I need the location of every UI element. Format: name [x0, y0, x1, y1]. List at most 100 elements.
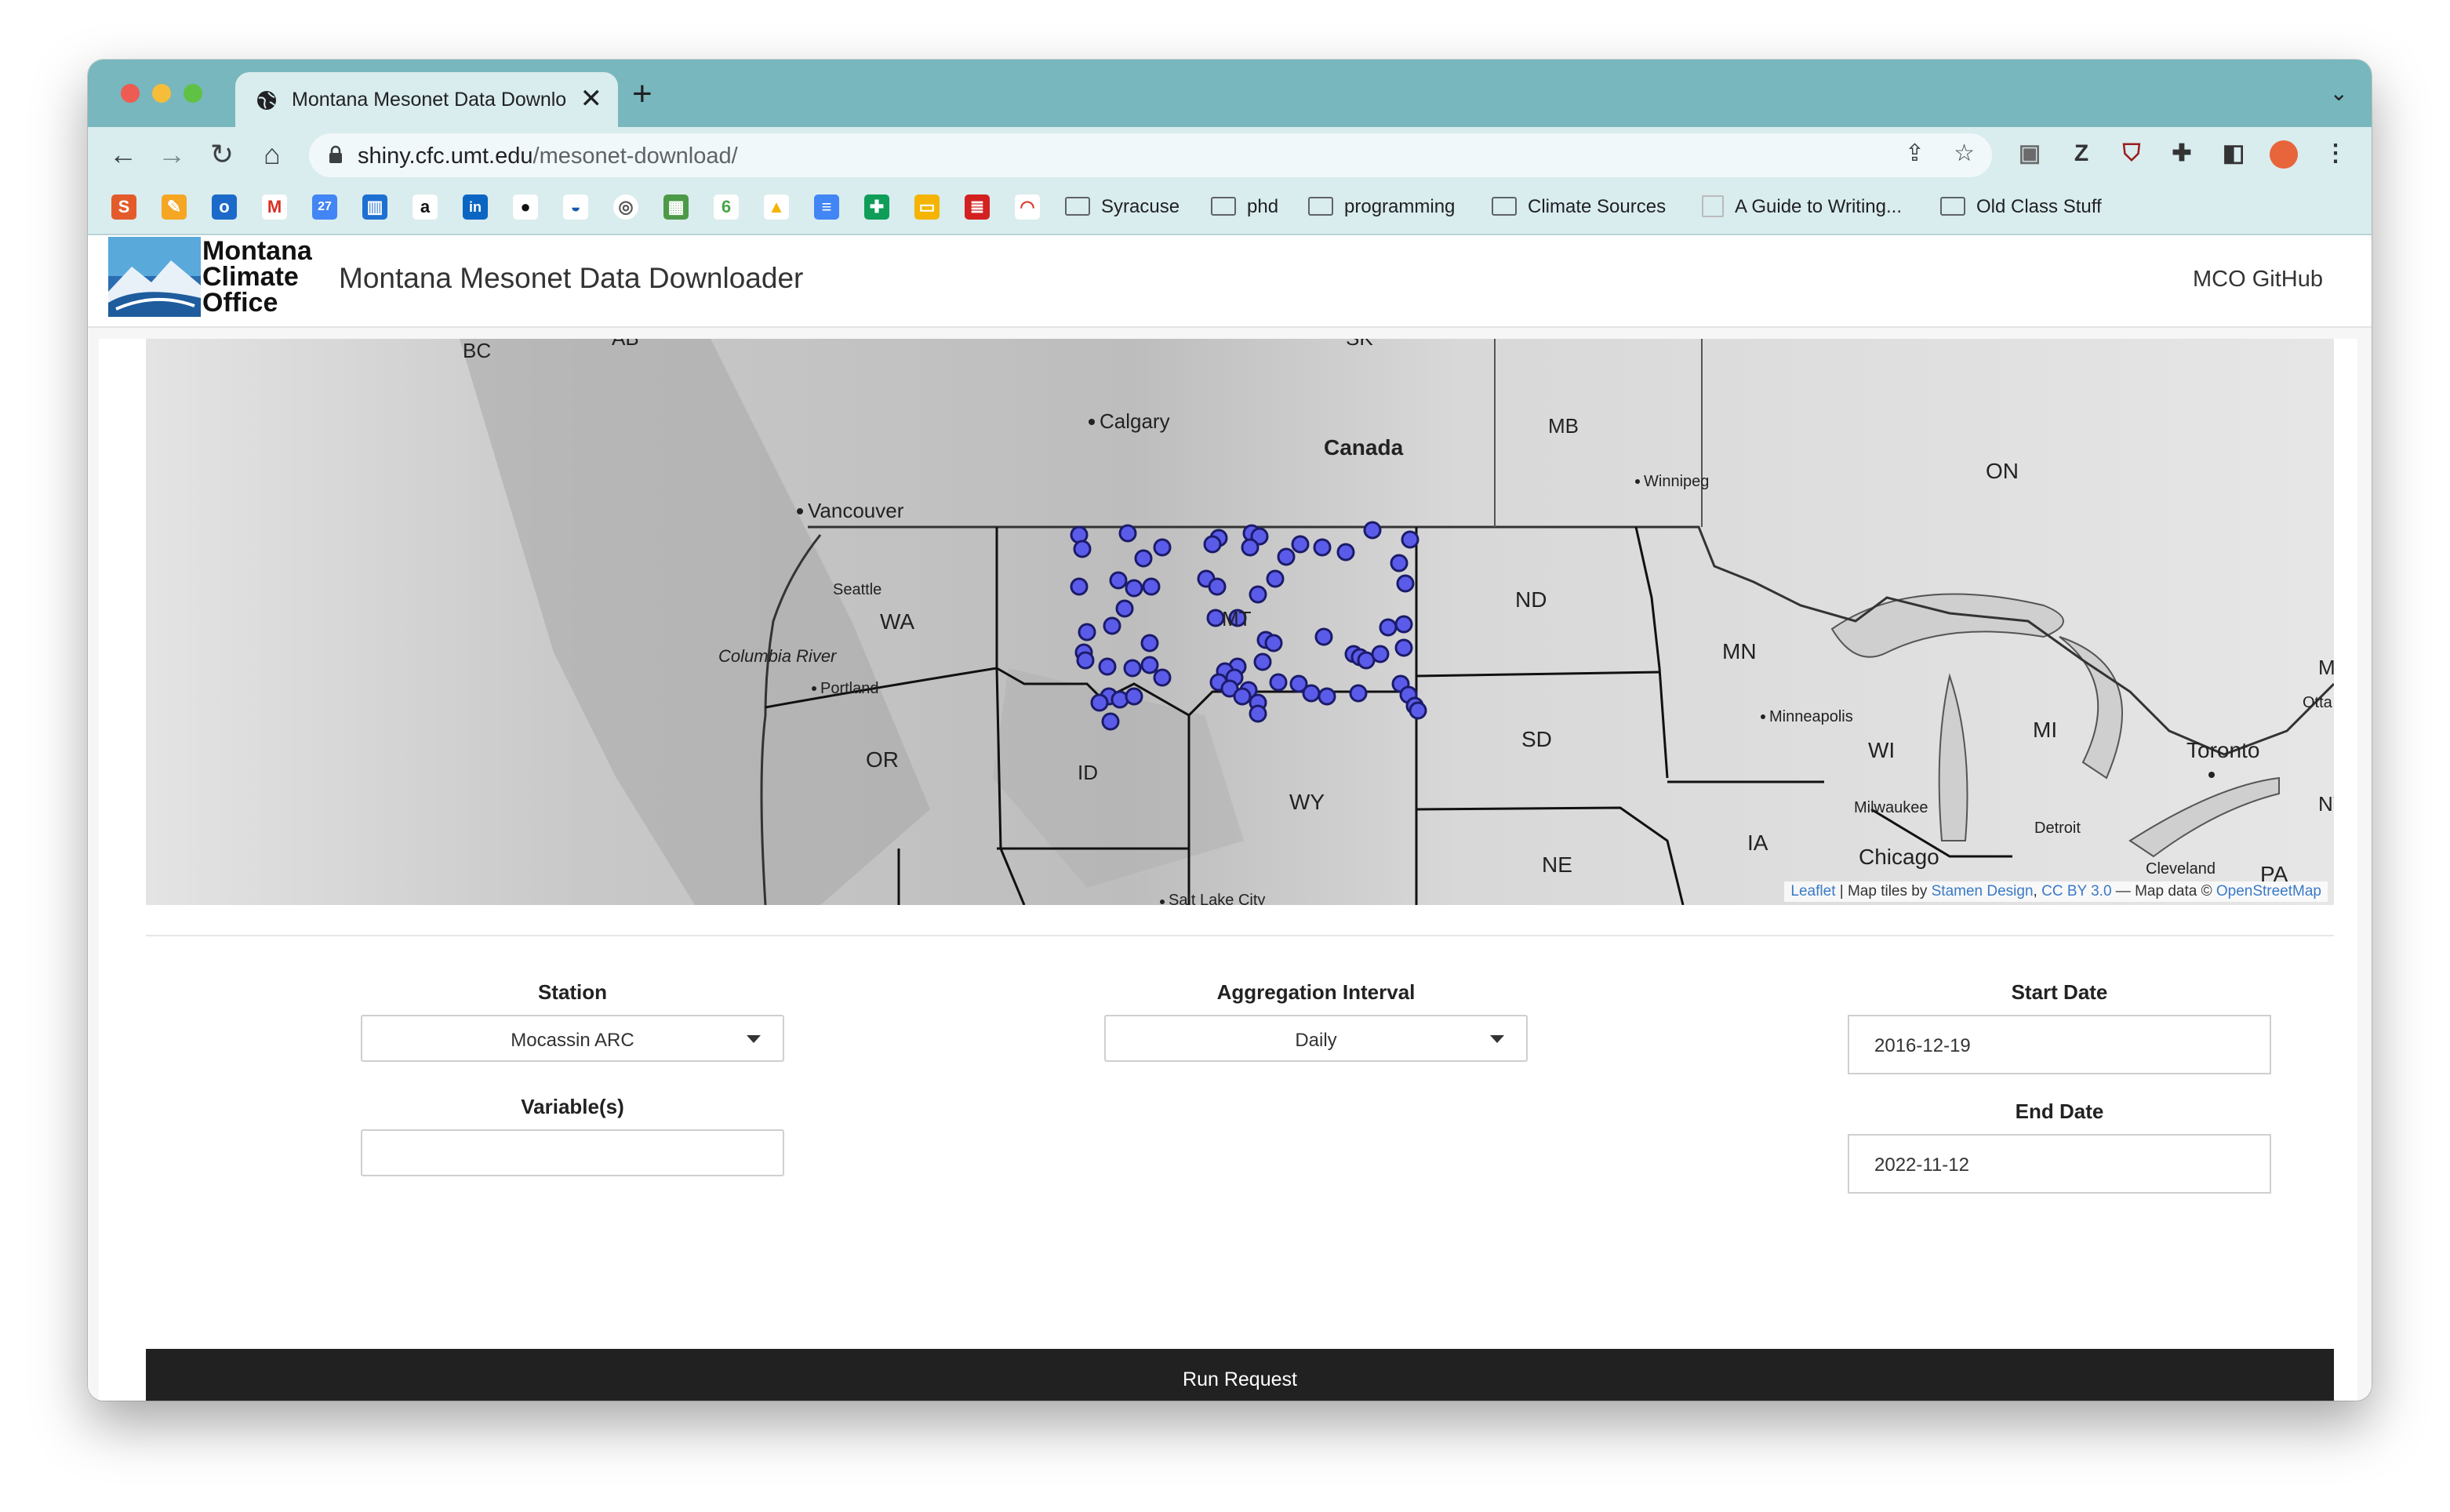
- station-marker[interactable]: [1269, 673, 1288, 692]
- station-marker[interactable]: [1125, 579, 1143, 598]
- station-marker[interactable]: [1394, 638, 1413, 657]
- station-marker[interactable]: [1153, 668, 1172, 687]
- station-marker[interactable]: [1394, 615, 1413, 634]
- bookmark-amazon-icon[interactable]: a: [413, 194, 438, 220]
- station-marker[interactable]: [1208, 577, 1227, 596]
- osm-link[interactable]: OpenStreetMap: [2216, 883, 2321, 900]
- station-marker[interactable]: [1076, 651, 1095, 670]
- map-canvas[interactable]: BC AB SK MB ON Canada Calgary Winnipeg V…: [146, 339, 2334, 905]
- ccby-link[interactable]: CC BY 3.0: [2041, 883, 2111, 900]
- variables-input[interactable]: [361, 1129, 784, 1176]
- station-marker[interactable]: [1249, 585, 1267, 604]
- station-marker[interactable]: [1390, 554, 1409, 572]
- station-marker[interactable]: [1140, 656, 1159, 674]
- aggregation-select[interactable]: Daily: [1104, 1015, 1528, 1062]
- back-icon[interactable]: ←: [105, 136, 141, 173]
- bookmark-folder-phd[interactable]: phd: [1211, 196, 1278, 221]
- bookmark-slides-icon[interactable]: ▭: [914, 194, 940, 220]
- station-marker[interactable]: [1409, 701, 1427, 720]
- station-marker[interactable]: [1140, 634, 1159, 652]
- home-icon[interactable]: ⌂: [254, 136, 290, 173]
- bookmark-folder-climate-sources[interactable]: Climate Sources: [1492, 196, 1666, 221]
- station-marker[interactable]: [1379, 618, 1398, 637]
- close-window-button[interactable]: [121, 84, 140, 103]
- menu-icon[interactable]: ⋮: [2320, 138, 2351, 169]
- station-marker[interactable]: [1206, 609, 1225, 627]
- run-request-button[interactable]: Run Request: [146, 1349, 2334, 1401]
- zotero-icon[interactable]: Z: [2066, 138, 2097, 169]
- station-marker[interactable]: [1277, 547, 1296, 566]
- station-marker[interactable]: [1291, 535, 1310, 554]
- station-marker[interactable]: [1233, 687, 1252, 706]
- station-marker[interactable]: [1336, 543, 1355, 562]
- bookmark-github-icon[interactable]: ●: [513, 194, 538, 220]
- star-icon[interactable]: ☆: [1954, 140, 1975, 167]
- ublock-icon[interactable]: ⛉: [2116, 138, 2147, 169]
- bookmark-guide[interactable]: A Guide to Writing...: [1702, 194, 1902, 221]
- station-marker[interactable]: [1098, 657, 1117, 676]
- bookmark-folder-syracuse[interactable]: Syracuse: [1065, 196, 1180, 221]
- station-marker[interactable]: [1125, 687, 1143, 706]
- station-marker[interactable]: [1401, 530, 1419, 549]
- address-bar[interactable]: shiny.cfc.umt.edu/mesonet-download/ ⇪ ☆: [309, 133, 1992, 177]
- bookmark-outlook-icon[interactable]: o: [212, 194, 237, 220]
- station-marker[interactable]: [1123, 659, 1142, 678]
- github-link[interactable]: MCO GitHub: [2193, 267, 2323, 293]
- bookmark-notes-icon[interactable]: ✎: [162, 194, 187, 220]
- tab-active[interactable]: Montana Mesonet Data Downloa ✕: [235, 72, 618, 127]
- station-marker[interactable]: [1363, 521, 1382, 540]
- station-marker[interactable]: [1264, 634, 1283, 652]
- avatar[interactable]: [2268, 138, 2299, 169]
- bookmark-gmail-icon[interactable]: M: [262, 194, 287, 220]
- station-marker[interactable]: [1241, 538, 1260, 557]
- station-marker[interactable]: [1109, 571, 1128, 590]
- bookmark-trello-icon[interactable]: ▥: [362, 194, 387, 220]
- station-marker[interactable]: [1313, 538, 1332, 557]
- bookmark-seal-icon[interactable]: ◎: [613, 194, 638, 220]
- bookmark-rainbow-icon[interactable]: ◠: [1015, 194, 1040, 220]
- stamen-link[interactable]: Stamen Design: [1932, 883, 2034, 900]
- station-marker[interactable]: [1090, 693, 1109, 712]
- station-marker[interactable]: [1153, 538, 1172, 557]
- station-marker[interactable]: [1134, 549, 1153, 568]
- bookmark-red-icon[interactable]: ≣: [965, 194, 990, 220]
- bookmark-drive-icon[interactable]: ▲: [764, 194, 789, 220]
- station-marker[interactable]: [1101, 712, 1120, 731]
- station-marker[interactable]: [1203, 535, 1222, 554]
- station-marker[interactable]: [1073, 540, 1092, 558]
- bookmark-six-icon[interactable]: 6: [714, 194, 739, 220]
- close-tab-icon[interactable]: ✕: [580, 83, 603, 114]
- station-marker[interactable]: [1249, 704, 1267, 723]
- station-marker[interactable]: [1371, 645, 1390, 663]
- bookmark-linkedin-icon[interactable]: in: [463, 194, 488, 220]
- minimize-window-button[interactable]: [152, 84, 171, 103]
- bookmark-map-icon[interactable]: ▦: [663, 194, 689, 220]
- station-marker[interactable]: [1103, 616, 1121, 635]
- bookmark-calendar-icon[interactable]: 27: [312, 194, 337, 220]
- station-marker[interactable]: [1266, 569, 1285, 588]
- station-marker[interactable]: [1318, 687, 1336, 706]
- station-marker[interactable]: [1314, 627, 1333, 646]
- station-marker[interactable]: [1078, 623, 1096, 642]
- bookmark-sheets-icon[interactable]: ✚: [864, 194, 889, 220]
- station-marker[interactable]: [1118, 524, 1137, 543]
- puzzle-icon[interactable]: ✚: [2166, 138, 2197, 169]
- end-date-input[interactable]: 2022-11-12: [1848, 1134, 2271, 1194]
- reload-icon[interactable]: ↻: [204, 136, 240, 173]
- station-marker[interactable]: [1070, 577, 1089, 596]
- forward-icon[interactable]: →: [154, 136, 190, 173]
- bookmark-noaa-icon[interactable]: ◒: [563, 194, 588, 220]
- station-marker[interactable]: [1349, 684, 1368, 703]
- chevron-down-icon[interactable]: ⌄: [2330, 80, 2348, 106]
- bookmark-s-icon[interactable]: S: [111, 194, 136, 220]
- bookmark-docs-icon[interactable]: ≡: [814, 194, 839, 220]
- station-marker[interactable]: [1115, 599, 1134, 618]
- bookmark-folder-old-class[interactable]: Old Class Stuff: [1940, 196, 2102, 221]
- station-marker[interactable]: [1142, 577, 1161, 596]
- start-date-input[interactable]: 2016-12-19: [1848, 1015, 2271, 1074]
- leaflet-link[interactable]: Leaflet: [1790, 883, 1835, 900]
- station-select[interactable]: Mocassin ARC: [361, 1015, 784, 1062]
- station-marker[interactable]: [1396, 574, 1415, 593]
- sidepanel-icon[interactable]: ◧: [2218, 138, 2249, 169]
- share-icon[interactable]: ⇪: [1905, 140, 1925, 167]
